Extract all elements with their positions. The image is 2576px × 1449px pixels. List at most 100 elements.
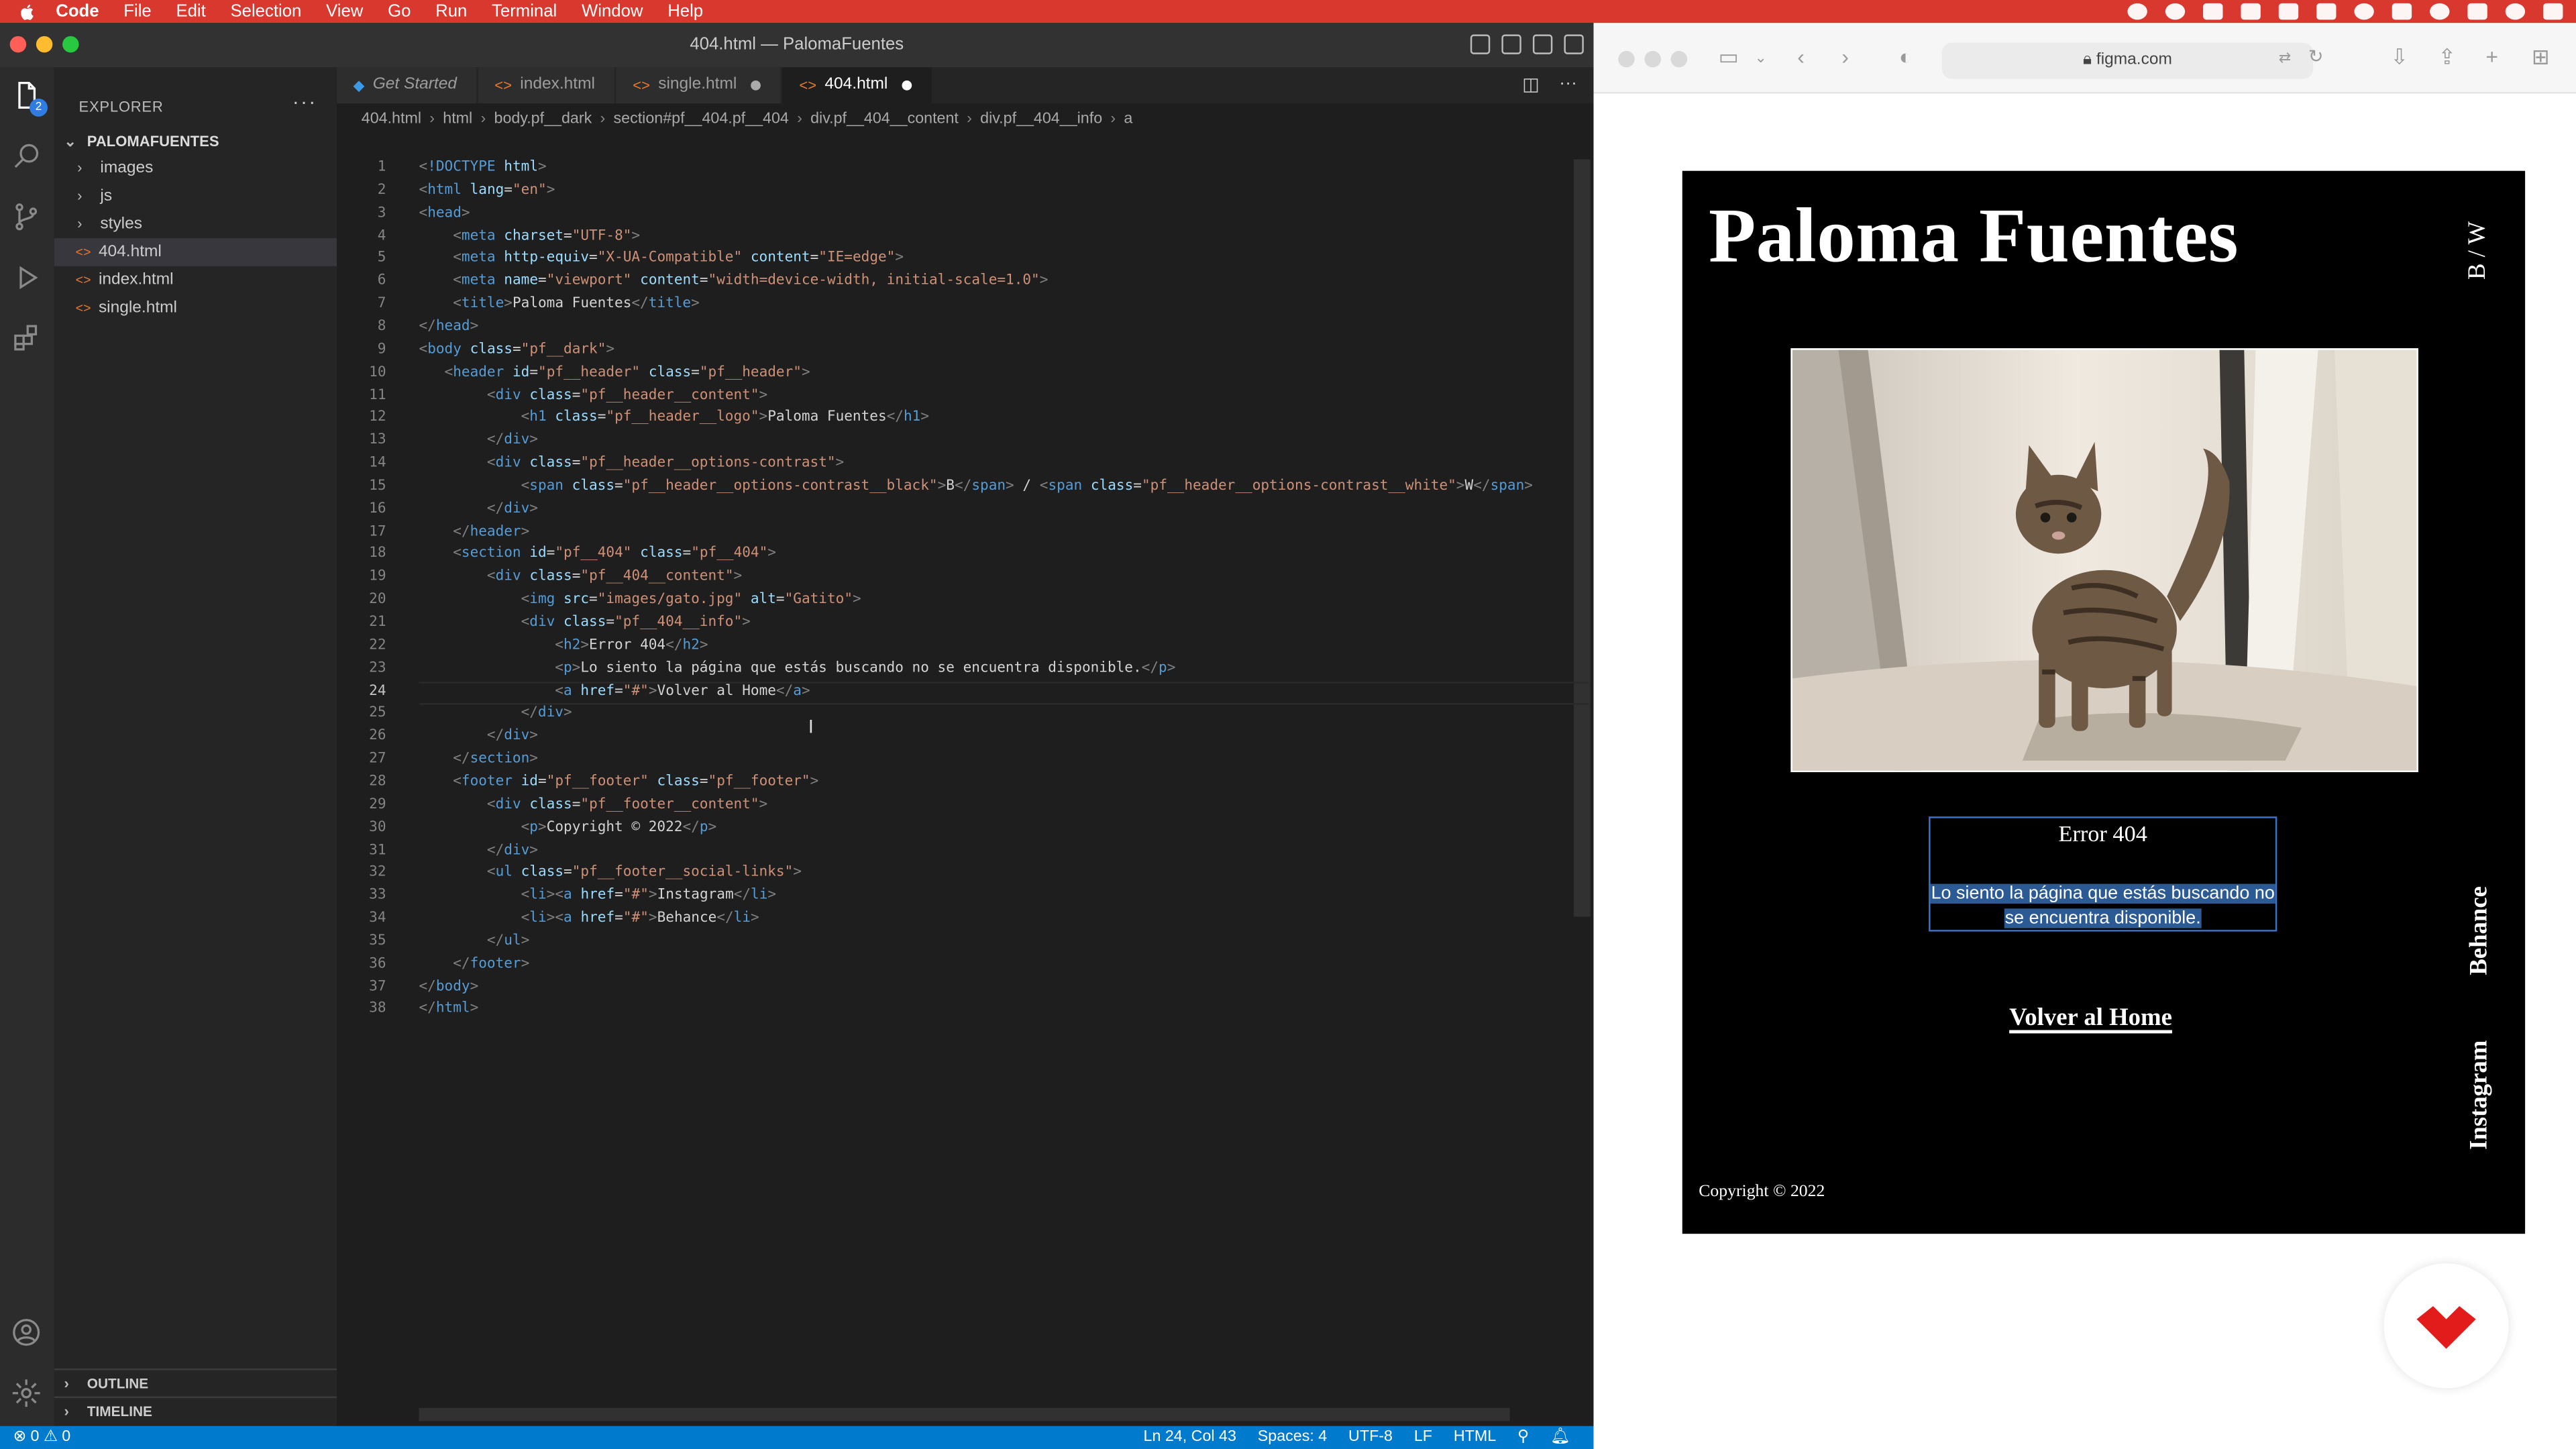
problems-indicator[interactable]: ⊗ 0 ⚠ 0 xyxy=(13,1426,71,1449)
toggle-secondary-sidebar-icon[interactable] xyxy=(1532,34,1553,54)
code-line[interactable]: </html> xyxy=(419,1002,478,1018)
tab-get-started[interactable]: ◆ Get Started xyxy=(337,67,478,104)
code-line[interactable]: <ul class="pf__footer__social-links"> xyxy=(419,865,802,881)
code-line[interactable]: <p>Copyright © 2022</p> xyxy=(419,819,717,835)
status-app-icon[interactable] xyxy=(2278,3,2299,20)
folder-styles[interactable]: › styles xyxy=(54,210,337,238)
code-line[interactable]: <p>Lo siento la página que estás buscand… xyxy=(419,660,1175,676)
code-line[interactable]: <div class="pf__header__content"> xyxy=(419,387,767,403)
tab-404-html[interactable]: <> 404.html xyxy=(782,67,934,104)
download-icon[interactable]: ⇩ xyxy=(2390,45,2408,69)
breadcrumb-item[interactable]: 404.html xyxy=(362,110,421,128)
zoom-window-button[interactable] xyxy=(1670,50,1688,68)
menu-code[interactable]: Code xyxy=(56,1,99,21)
floating-logo-badge[interactable] xyxy=(2383,1263,2509,1389)
unsaved-dot-icon[interactable] xyxy=(902,80,913,91)
status-app-icon[interactable] xyxy=(2316,3,2337,20)
folder-images[interactable]: › images xyxy=(54,154,337,182)
behance-link[interactable]: Behance xyxy=(2456,867,2505,999)
code-line[interactable]: <div class="pf__header__options-contrast… xyxy=(419,455,844,471)
wifi-icon[interactable] xyxy=(2354,3,2374,20)
notifications-bell-icon[interactable]: 🔔︎ xyxy=(1550,1426,1570,1449)
site-logo[interactable]: Paloma Fuentes xyxy=(1709,193,2239,281)
menu-selection[interactable]: Selection xyxy=(231,1,302,21)
menu-view[interactable]: View xyxy=(326,1,363,21)
control-center-icon[interactable] xyxy=(2543,3,2563,20)
status-app-icon[interactable] xyxy=(2165,3,2186,20)
code-line[interactable]: <meta name="viewport" content="width=dev… xyxy=(419,273,1048,289)
sidebar-icon[interactable]: ▭ xyxy=(1719,45,1739,69)
unsaved-dot-icon[interactable] xyxy=(751,80,762,91)
menu-file[interactable]: File xyxy=(123,1,151,21)
code-line[interactable]: </body> xyxy=(419,979,478,995)
feedback-icon[interactable]: ⚲ xyxy=(1517,1426,1529,1449)
run-debug-icon[interactable] xyxy=(10,261,43,294)
tab-index-html[interactable]: <> index.html xyxy=(478,67,616,104)
code-line[interactable]: </ul> xyxy=(419,933,529,949)
breadcrumb-item[interactable]: a xyxy=(1124,110,1132,128)
code-line[interactable]: <div class="pf__404__info"> xyxy=(419,614,751,631)
cursor-position[interactable]: Ln 24, Col 43 xyxy=(1144,1426,1236,1449)
menu-help[interactable]: Help xyxy=(667,1,703,21)
status-app-icon[interactable] xyxy=(2241,3,2261,20)
code-line[interactable]: <div class="pf__footer__content"> xyxy=(419,796,767,812)
back-icon[interactable]: ‹ xyxy=(1797,45,1805,69)
menu-terminal[interactable]: Terminal xyxy=(492,1,557,21)
breadcrumb-item[interactable]: div.pf__404__info xyxy=(980,110,1102,128)
horizontal-scrollbar[interactable] xyxy=(419,1407,1510,1421)
code-line[interactable]: <div class="pf__404__content"> xyxy=(419,569,742,585)
menu-run[interactable]: Run xyxy=(435,1,467,21)
back-home-link[interactable]: Volver al Home xyxy=(2009,1006,2172,1034)
status-app-icon[interactable] xyxy=(2127,3,2147,20)
status-app-icon[interactable] xyxy=(2203,3,2223,20)
code-line[interactable]: </div> xyxy=(419,729,538,745)
address-bar[interactable]: 🔒︎ figma.com xyxy=(1941,42,2314,79)
code-line[interactable]: <body class="pf__dark"> xyxy=(419,341,614,358)
code-line[interactable]: </div> xyxy=(419,706,572,722)
forward-icon[interactable]: › xyxy=(1841,45,1849,69)
code-line[interactable]: <li><a href="#">Instagram</li> xyxy=(419,888,777,904)
tab-overview-icon[interactable]: ⊞ xyxy=(2532,45,2550,69)
apple-icon[interactable] xyxy=(18,3,38,21)
toggle-sidebar-icon[interactable] xyxy=(1470,34,1491,54)
volume-icon[interactable] xyxy=(2392,3,2412,20)
code-line[interactable]: <head> xyxy=(419,205,470,221)
timeline-section[interactable]: › TIMELINE xyxy=(54,1396,337,1425)
file-index-html[interactable]: <> index.html xyxy=(54,266,337,294)
spotlight-icon[interactable] xyxy=(2505,3,2526,20)
extensions-icon[interactable] xyxy=(10,322,43,355)
split-editor-icon[interactable]: ◫ xyxy=(1522,74,1539,95)
code-line[interactable]: <meta http-equiv="X-UA-Compatible" conte… xyxy=(419,250,904,266)
reload-icon[interactable]: ↻ xyxy=(2308,46,2324,69)
encoding[interactable]: UTF-8 xyxy=(1348,1426,1393,1449)
menu-edit[interactable]: Edit xyxy=(176,1,205,21)
more-actions-icon[interactable]: ··· xyxy=(1559,74,1577,95)
file-single-html[interactable]: <> single.html xyxy=(54,294,337,322)
vertical-scrollbar[interactable] xyxy=(1574,159,1591,917)
code-line[interactable]: <img src="images/gato.jpg" alt="Gatito"> xyxy=(419,592,861,608)
end-of-line[interactable]: LF xyxy=(1414,1426,1432,1449)
code-line[interactable]: <header id="pf__header" class="pf__heade… xyxy=(419,364,810,380)
code-line[interactable]: </head> xyxy=(419,319,478,335)
error-message[interactable]: Lo siento la página que estás buscando n… xyxy=(1931,882,2275,931)
explorer-icon[interactable]: 2 xyxy=(10,79,48,117)
code-line[interactable]: <a href="#">Volver al Home</a> xyxy=(419,683,810,699)
code-line[interactable]: <li><a href="#">Behance</li> xyxy=(419,910,759,926)
breadcrumb-item[interactable]: body.pf__dark xyxy=(494,110,592,128)
code-line[interactable]: </footer> xyxy=(419,956,529,972)
breadcrumb-item[interactable]: html xyxy=(443,110,472,128)
code-line[interactable]: <span class="pf__header__options-contras… xyxy=(419,478,1533,494)
breadcrumb-item[interactable]: div.pf__404__content xyxy=(810,110,959,128)
code-line[interactable]: <h2>Error 404</h2> xyxy=(419,637,708,653)
chevron-down-icon[interactable]: ⌄ xyxy=(1755,46,1767,69)
toggle-panel-icon[interactable] xyxy=(1501,34,1521,54)
code-line[interactable]: <title>Paloma Fuentes</title> xyxy=(419,296,700,312)
folder-js[interactable]: › js xyxy=(54,182,337,211)
code-line[interactable]: <meta charset="UTF-8"> xyxy=(419,227,640,244)
outline-section[interactable]: › OUTLINE xyxy=(54,1368,337,1397)
more-actions-icon[interactable]: ··· xyxy=(292,91,317,113)
privacy-shield-icon[interactable]: ◐ xyxy=(1899,45,1912,69)
code-line[interactable]: <footer id="pf__footer" class="pf__foote… xyxy=(419,773,818,790)
code-line[interactable]: <h1 class="pf__header__logo">Paloma Fuen… xyxy=(419,410,929,426)
user-icon[interactable] xyxy=(2430,3,2450,20)
